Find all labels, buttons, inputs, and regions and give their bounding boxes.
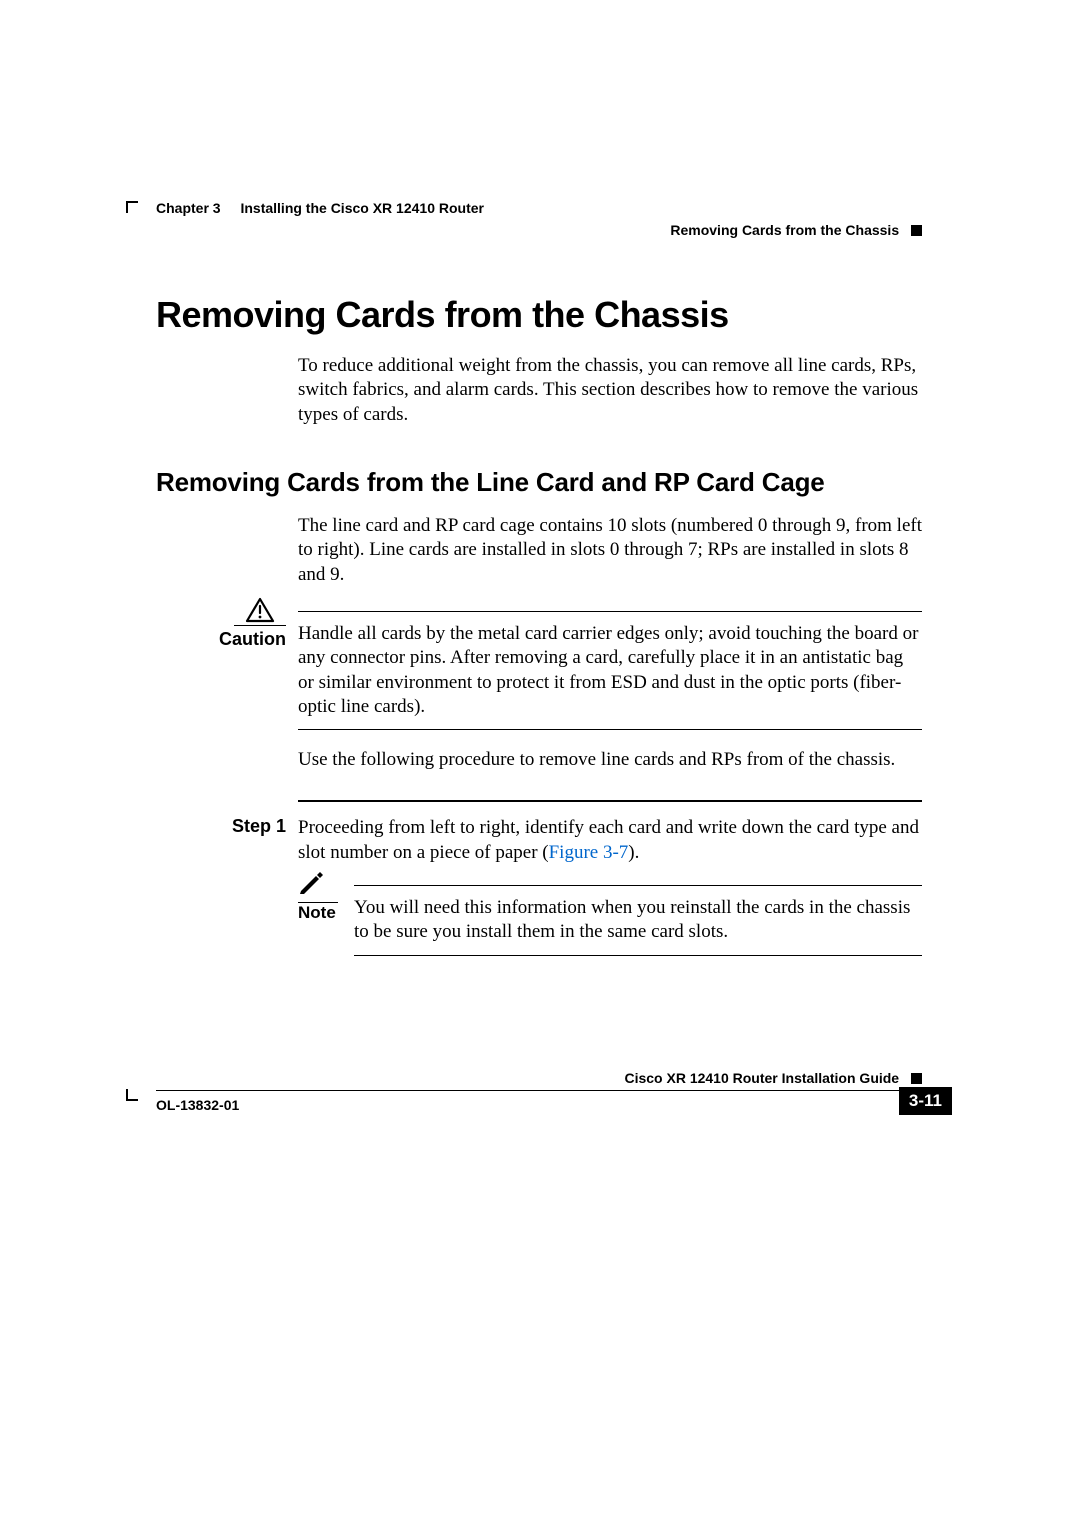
caution-text: Handle all cards by the metal card carri… <box>298 622 922 719</box>
footer-marker-icon <box>911 1073 922 1084</box>
running-header: Chapter 3 Installing the Cisco XR 12410 … <box>156 200 922 216</box>
heading-1: Removing Cards from the Chassis <box>156 294 922 336</box>
caution-block: Caution Handle all cards by the metal ca… <box>298 611 922 730</box>
step-text: Proceeding from left to right, identify … <box>298 816 922 865</box>
doc-number: OL-13832-01 <box>156 1097 239 1113</box>
step-text-after: ). <box>628 842 639 863</box>
step-label: Step 1 <box>156 816 286 837</box>
heading-2: Removing Cards from the Line Card and RP… <box>156 467 922 498</box>
caution-icon <box>234 597 286 626</box>
crop-mark-top-left <box>126 201 138 213</box>
running-header-section: Removing Cards from the Chassis <box>156 222 922 238</box>
step-1: Step 1 Proceeding from left to right, id… <box>298 816 922 955</box>
chapter-title: Installing the Cisco XR 12410 Router <box>240 200 484 216</box>
note-label: Note <box>298 903 344 923</box>
page-footer: Cisco XR 12410 Router Installation Guide… <box>156 1070 922 1121</box>
section-title: Removing Cards from the Chassis <box>670 222 899 238</box>
figure-xref-link[interactable]: Figure 3-7 <box>549 842 629 863</box>
footer-guide-title: Cisco XR 12410 Router Installation Guide <box>156 1070 922 1086</box>
crop-mark-bottom-left <box>126 1089 138 1101</box>
note-icon-wrap <box>298 871 344 903</box>
page-content: Chapter 3 Installing the Cisco XR 12410 … <box>156 200 922 956</box>
header-marker-icon <box>911 225 922 236</box>
caution-icon-wrap <box>156 597 286 631</box>
note-icon <box>298 882 324 899</box>
paragraph: Use the following procedure to remove li… <box>298 748 922 772</box>
procedure-rule <box>298 800 922 802</box>
intro-paragraph: To reduce additional weight from the cha… <box>298 354 922 427</box>
paragraph: The line card and RP card cage contains … <box>298 514 922 587</box>
caution-label: Caution <box>156 629 286 650</box>
chapter-label: Chapter 3 <box>156 200 221 216</box>
guide-title: Cisco XR 12410 Router Installation Guide <box>624 1070 899 1086</box>
note-block: Note You will need this information when… <box>354 885 922 956</box>
note-text: You will need this information when you … <box>354 896 922 945</box>
page-number: 3-11 <box>899 1087 952 1115</box>
